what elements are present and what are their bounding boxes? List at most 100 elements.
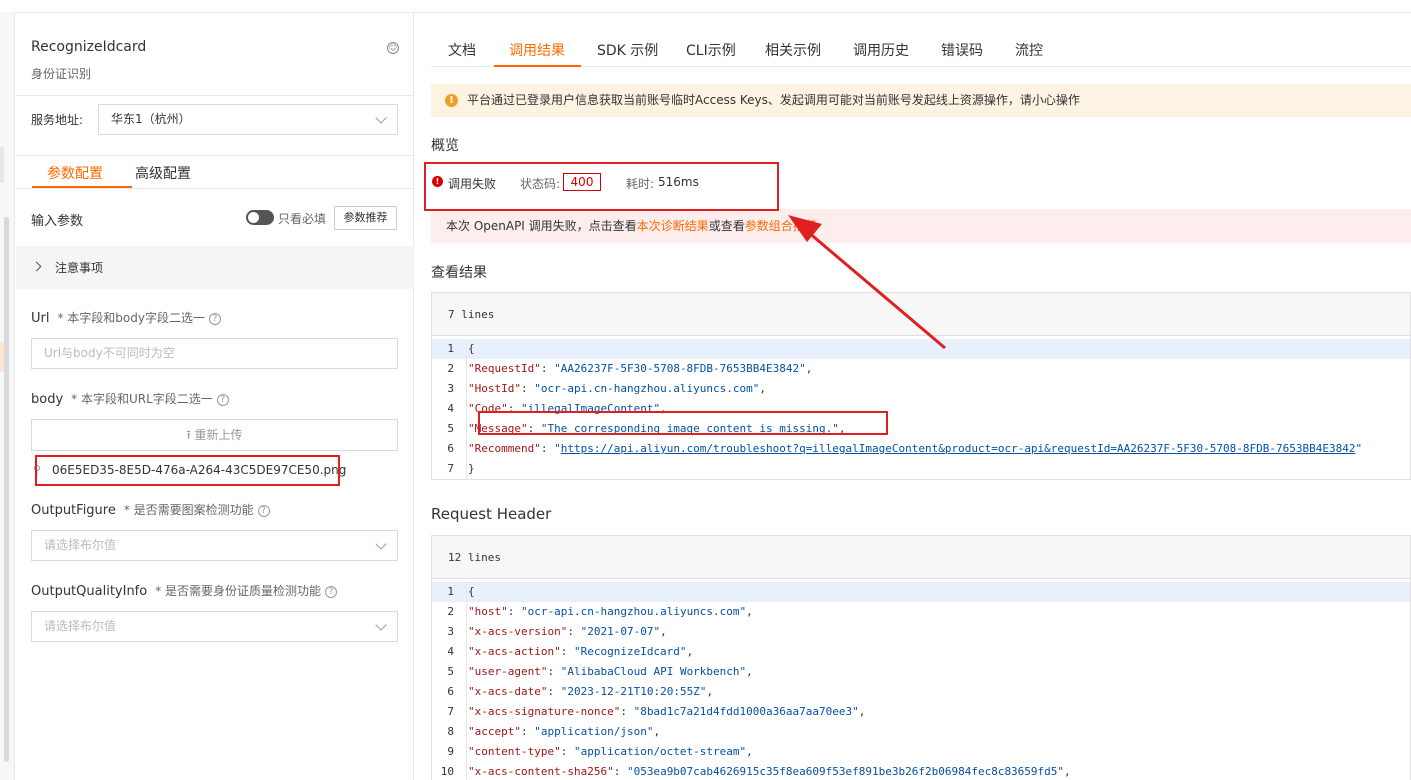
line-number: 9 — [447, 745, 454, 758]
tab-call-history[interactable]: 调用历史 — [853, 40, 909, 60]
code-text: "host": "ocr-api.cn-hangzhou.aliyuncs.co… — [468, 605, 753, 618]
json-comma: , — [746, 605, 753, 618]
json-value: "application/octet-stream" — [573, 745, 747, 758]
service-address-select[interactable]: 华东1（杭州） — [98, 104, 398, 135]
json-comma: , — [858, 705, 866, 718]
result-tabs: 文档 调用结果 SDK 示例 CLI示例 相关示例 调用历史 错误码 流控 — [431, 37, 1411, 67]
service-address-value: 华东1（杭州） — [111, 112, 191, 126]
json-key: "accept" — [468, 725, 521, 738]
divider — [16, 188, 414, 189]
code-text: "x-acs-action": "RecognizeIdcard", — [468, 645, 694, 658]
line-count: 7 lines — [432, 293, 1410, 336]
indent-guide — [466, 399, 467, 419]
overview-title: 概览 — [431, 138, 459, 154]
code-body: 1{2 "RequestId": "AA26237F-5F30-5708-8FD… — [432, 336, 1410, 479]
json-key: "Recommend" — [468, 442, 541, 455]
code-text: "x-acs-content-sha256": "053ea9b07cab462… — [468, 765, 1071, 778]
line-number: 6 — [447, 442, 454, 455]
line-number: 8 — [447, 725, 454, 738]
indent-guide — [466, 722, 467, 742]
param-recommend-button[interactable]: 参数推荐 — [334, 206, 397, 230]
json-value: "ocr-api.cn-hangzhou.aliyuncs.com" — [521, 605, 747, 618]
tab-cli-example[interactable]: CLI示例 — [686, 40, 736, 60]
select-placeholder: 请选择布尔值 — [44, 619, 117, 633]
code-text: "user-agent": "AlibabaCloud API Workbenc… — [468, 665, 753, 678]
left-gutter — [0, 12, 15, 780]
view-result-title: 查看结果 — [431, 265, 487, 281]
code-line: 9 "content-type": "application/octet-str… — [432, 742, 1410, 762]
line-number: 1 — [447, 585, 454, 598]
brace: } — [468, 462, 475, 475]
indent-guide — [466, 642, 467, 662]
param-outputqualityinfo-label: OutputQualityInfo * 是否需要身份证质量检测功能? — [31, 582, 338, 599]
outputfigure-select[interactable]: 请选择布尔值 — [31, 530, 398, 561]
indent-guide — [466, 662, 467, 682]
tab-flow-control[interactable]: 流控 — [1015, 40, 1043, 60]
param-note: * 本字段和body字段二选一 — [57, 311, 205, 325]
tab-param-config[interactable]: 参数配置 — [47, 163, 103, 183]
json-value: "AA26237F-5F30-5708-8FDB-7653BB4E3842" — [554, 362, 806, 375]
code-line: 3 "HostId": "ocr-api.cn-hangzhou.aliyunc… — [432, 379, 1410, 399]
reupload-label: 重新上传 — [194, 428, 243, 442]
result-code-viewer[interactable]: 7 lines 1{2 "RequestId": "AA26237F-5F30-… — [431, 292, 1411, 480]
brace: { — [468, 585, 475, 598]
indent-guide — [466, 359, 467, 379]
line-number: 7 — [447, 705, 454, 718]
recommend-url-link[interactable]: https://api.aliyun.com/troubleshoot?q=il… — [561, 442, 1356, 455]
help-icon[interactable]: ? — [216, 393, 229, 406]
tab-call-result[interactable]: 调用结果 — [509, 40, 565, 60]
select-placeholder: 请选择布尔值 — [44, 538, 117, 552]
code-text: "Recommend": "https://api.aliyun.com/tro… — [468, 442, 1363, 455]
diagnosis-link[interactable]: 本次诊断结果 — [637, 219, 709, 233]
help-icon[interactable]: ? — [257, 504, 270, 517]
help-icon[interactable]: ? — [325, 585, 338, 598]
chevron-down-icon — [375, 619, 387, 631]
outputqualityinfo-select[interactable]: 请选择布尔值 — [31, 611, 398, 642]
indent-guide — [466, 602, 467, 622]
param-name: OutputQualityInfo — [31, 584, 148, 599]
line-number: 5 — [447, 665, 454, 678]
required-only-toggle[interactable] — [246, 210, 274, 225]
notice-collapse[interactable]: 注意事项 — [16, 246, 414, 289]
json-key: "content-type" — [468, 745, 561, 758]
line-number: 2 — [447, 362, 454, 375]
param-note: * 是否需要图案检测功能 — [123, 503, 254, 517]
param-recommend-link[interactable]: 参数组合推荐 — [745, 219, 817, 233]
json-comma: , — [805, 362, 813, 375]
code-line: 7} — [432, 459, 1410, 479]
code-line: 8 "accept": "application/json", — [432, 722, 1410, 742]
code-line: 10 "x-acs-content-sha256": "053ea9b07cab… — [432, 762, 1410, 780]
api-name: RecognizeIdcard — [31, 39, 147, 55]
json-value: "2023-12-21T10:20:55Z" — [560, 685, 707, 698]
code-text: "accept": "application/json", — [468, 725, 661, 738]
line-number: 5 — [447, 422, 454, 435]
tab-related-examples[interactable]: 相关示例 — [765, 40, 821, 60]
line-number: 4 — [447, 402, 454, 415]
url-input[interactable]: Url与body不可同时为空 — [31, 338, 398, 369]
tab-error-codes[interactable]: 错误码 — [941, 40, 983, 60]
json-key: "x-acs-date" — [468, 685, 548, 698]
json-key: "x-acs-signature-nonce" — [468, 705, 621, 718]
api-description: 身份证识别 — [31, 67, 92, 81]
param-name: OutputFigure — [31, 503, 116, 518]
json-value: "053ea9b07cab4626915c35f8ea609f53ef891be… — [626, 765, 1065, 778]
feedback-smile-icon[interactable]: ☺ — [387, 42, 399, 54]
code-text: "x-acs-version": "2021-07-07", — [468, 625, 667, 638]
tab-docs[interactable]: 文档 — [448, 40, 476, 60]
json-key: "x-acs-action" — [468, 645, 561, 658]
warning-banner: ! 平台通过已登录用户信息获取当前账号临时Access Keys、发起调用可能对… — [431, 84, 1411, 117]
json-comma: , — [1064, 765, 1071, 778]
json-value: "AlibabaCloud API Workbench" — [560, 665, 747, 678]
help-icon[interactable]: ? — [208, 312, 221, 325]
left-scrollbar[interactable] — [4, 217, 9, 762]
reupload-button[interactable]: ⭱ 重新上传 — [31, 419, 398, 451]
code-line: 4 "x-acs-action": "RecognizeIdcard", — [432, 642, 1410, 662]
json-value: "application/json" — [534, 725, 654, 738]
indent-guide — [466, 419, 467, 439]
tab-sdk-example[interactable]: SDK 示例 — [597, 40, 658, 60]
request-header-code-viewer[interactable]: 12 lines 1{2 "host": "ocr-api.cn-hangzho… — [431, 535, 1411, 780]
code-text: "RequestId": "AA26237F-5F30-5708-8FDB-76… — [468, 362, 813, 375]
json-key: "x-acs-content-sha256" — [468, 765, 614, 778]
active-tab-underline — [494, 65, 581, 67]
tab-advanced-config[interactable]: 高级配置 — [135, 163, 191, 183]
